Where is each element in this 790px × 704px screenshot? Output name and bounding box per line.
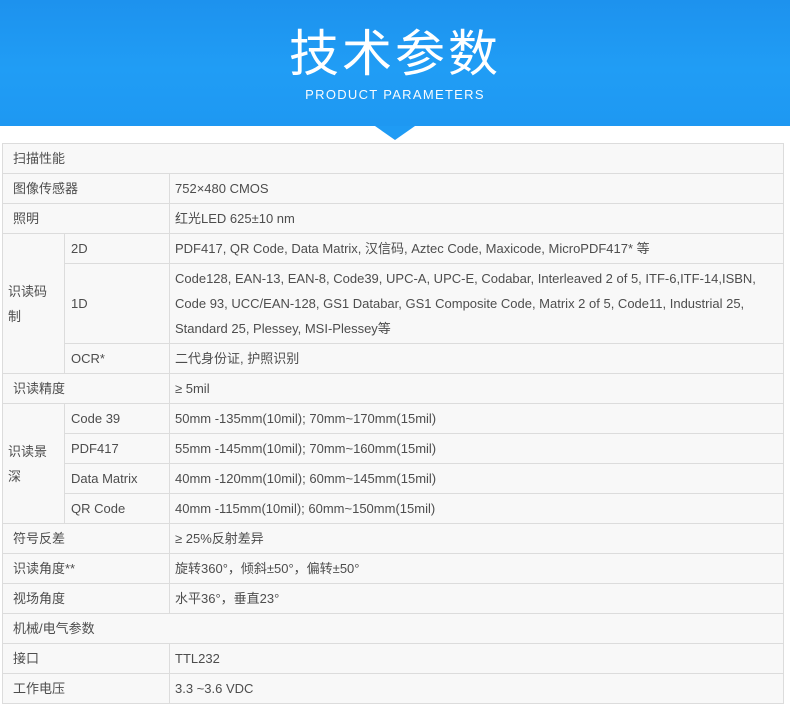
spec-row-interface: 接口 TTL232 xyxy=(3,644,784,674)
spec-value-cell: 红光LED 625±10 nm xyxy=(170,204,784,234)
spec-label-cell: 符号反差 xyxy=(3,524,170,554)
spec-table: 扫描性能 图像传感器 752×480 CMOS 照明 红光LED 625±10 … xyxy=(2,143,784,704)
spec-value-cell: 50mm -135mm(10mil); 70mm~170mm(15mil) xyxy=(170,404,784,434)
spec-row-dof-code39: 识读景深 Code 39 50mm -135mm(10mil); 70mm~17… xyxy=(3,404,784,434)
section-header-cell: 机械/电气参数 xyxy=(3,614,784,644)
spec-row-dof-qrcode: QR Code 40mm -115mm(10mil); 60mm~150mm(1… xyxy=(3,494,784,524)
spec-sublabel-cell: 2D xyxy=(65,234,170,264)
spec-value-cell: ≥ 5mil xyxy=(170,374,784,404)
spec-value-cell: 752×480 CMOS xyxy=(170,174,784,204)
spec-value-cell: 40mm -115mm(10mil); 60mm~150mm(15mil) xyxy=(170,494,784,524)
spec-sublabel-cell: 1D xyxy=(65,264,170,344)
spec-group-label-cell: 识读码制 xyxy=(3,234,65,374)
spec-label-cell: 图像传感器 xyxy=(3,174,170,204)
spec-label-cell: 照明 xyxy=(3,204,170,234)
spec-value-cell: 二代身份证, 护照识别 xyxy=(170,344,784,374)
spec-value-cell: TTL232 xyxy=(170,644,784,674)
spec-sublabel-cell: OCR* xyxy=(65,344,170,374)
spec-sublabel-cell: QR Code xyxy=(65,494,170,524)
spec-row-symbol-contrast: 符号反差 ≥ 25%反射差异 xyxy=(3,524,784,554)
spec-row-symbologies-1d: 1D Code128, EAN-13, EAN-8, Code39, UPC-A… xyxy=(3,264,784,344)
spec-sublabel-cell: PDF417 xyxy=(65,434,170,464)
page-title: 技术参数 xyxy=(0,0,790,82)
spec-label-cell: 识读角度** xyxy=(3,554,170,584)
spec-row-working-voltage: 工作电压 3.3 ~3.6 VDC xyxy=(3,674,784,704)
spec-value-cell: 3.3 ~3.6 VDC xyxy=(170,674,784,704)
spec-row-illumination: 照明 红光LED 625±10 nm xyxy=(3,204,784,234)
spec-label-cell: 接口 xyxy=(3,644,170,674)
spec-row-image-sensor: 图像传感器 752×480 CMOS xyxy=(3,174,784,204)
section-row-mech-electrical: 机械/电气参数 xyxy=(3,614,784,644)
spec-row-dof-pdf417: PDF417 55mm -145mm(10mil); 70mm~160mm(15… xyxy=(3,434,784,464)
spec-row-reading-precision: 识读精度 ≥ 5mil xyxy=(3,374,784,404)
page-subtitle: PRODUCT PARAMETERS xyxy=(0,88,790,102)
spec-row-field-of-view: 视场角度 水平36°，垂直23° xyxy=(3,584,784,614)
section-row-scan-performance: 扫描性能 xyxy=(3,144,784,174)
spec-value-cell: ≥ 25%反射差异 xyxy=(170,524,784,554)
page-header-banner: 技术参数 PRODUCT PARAMETERS xyxy=(0,0,790,126)
spec-sublabel-cell: Code 39 xyxy=(65,404,170,434)
spec-value-cell: 旋转360°，倾斜±50°，偏转±50° xyxy=(170,554,784,584)
spec-row-symbologies-ocr: OCR* 二代身份证, 护照识别 xyxy=(3,344,784,374)
spec-row-symbologies-2d: 识读码制 2D PDF417, QR Code, Data Matrix, 汉信… xyxy=(3,234,784,264)
spec-value-cell: PDF417, QR Code, Data Matrix, 汉信码, Aztec… xyxy=(170,234,784,264)
spec-value-cell: Code128, EAN-13, EAN-8, Code39, UPC-A, U… xyxy=(170,264,784,344)
spec-value-cell: 40mm -120mm(10mil); 60mm~145mm(15mil) xyxy=(170,464,784,494)
spec-row-reading-angle: 识读角度** 旋转360°，倾斜±50°，偏转±50° xyxy=(3,554,784,584)
spec-group-label-cell: 识读景深 xyxy=(3,404,65,524)
spec-value-cell: 水平36°，垂直23° xyxy=(170,584,784,614)
banner-pointer-arrow xyxy=(375,126,415,140)
spec-label-cell: 工作电压 xyxy=(3,674,170,704)
spec-sublabel-cell: Data Matrix xyxy=(65,464,170,494)
section-header-cell: 扫描性能 xyxy=(3,144,784,174)
spec-label-cell: 视场角度 xyxy=(3,584,170,614)
spec-row-dof-datamatrix: Data Matrix 40mm -120mm(10mil); 60mm~145… xyxy=(3,464,784,494)
spec-value-cell: 55mm -145mm(10mil); 70mm~160mm(15mil) xyxy=(170,434,784,464)
spec-label-cell: 识读精度 xyxy=(3,374,170,404)
